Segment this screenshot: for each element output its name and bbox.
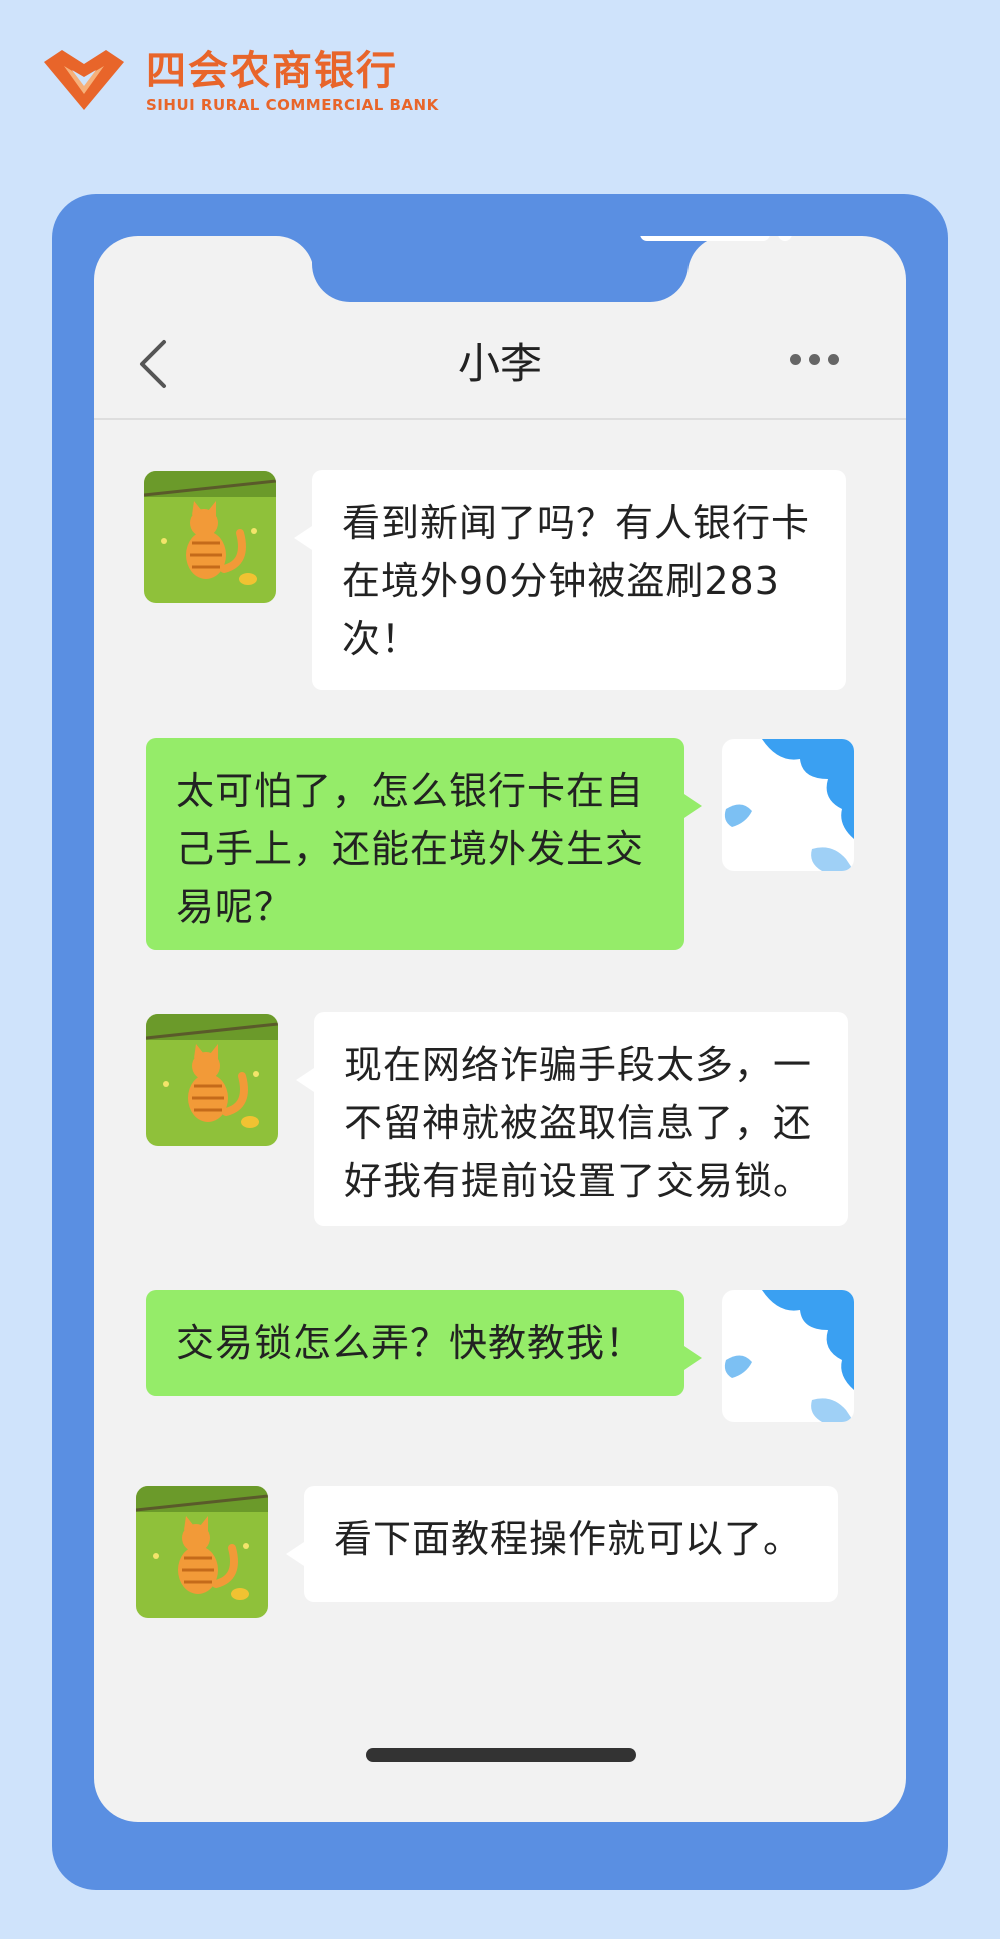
more-horizontal-icon <box>790 354 801 365</box>
message-bubble-outgoing[interactable]: 交易锁怎么弄？快教教我！ <box>146 1290 702 1396</box>
cloud-avatar[interactable] <box>722 739 854 871</box>
more-dot <box>809 354 820 365</box>
bank-logo-icon <box>44 50 124 110</box>
message-bubble-incoming[interactable]: 看到新闻了吗？有人银行卡在境外90分钟被盗刷283次！ <box>294 470 846 690</box>
more-options-button[interactable] <box>790 350 850 374</box>
more-dot <box>828 354 839 365</box>
chat-header: 小李 <box>94 302 906 420</box>
bank-logo: 四会农商银行 SIHUI RURAL COMMERCIAL BANK <box>42 46 462 116</box>
cat-avatar[interactable] <box>144 471 276 603</box>
front-camera <box>778 236 792 241</box>
notch-corner-right <box>688 236 728 276</box>
notch-corner-left <box>274 236 314 276</box>
message-bubble-incoming[interactable]: 现在网络诈骗手段太多，一不留神就被盗取信息了，还好我有提前设置了交易锁。 <box>296 1012 848 1226</box>
message-bubble-incoming[interactable]: 看下面教程操作就可以了。 <box>286 1486 838 1602</box>
message-bubble-outgoing[interactable]: 太可怕了，怎么银行卡在自己手上，还能在境外发生交易呢？ <box>146 738 702 950</box>
cloud-avatar[interactable] <box>722 1290 854 1422</box>
bank-name-cn: 四会农商银行 <box>146 48 398 94</box>
chat-title: 小李 <box>457 339 542 388</box>
cat-avatar[interactable] <box>146 1014 278 1146</box>
bank-name-en: SIHUI RURAL COMMERCIAL BANK <box>146 96 439 114</box>
phone-screen: 小李 看到新闻了吗？有人银行卡在境外90分钟被盗刷283次！ 太可怕了，怎么银行… <box>94 236 906 1822</box>
home-indicator[interactable] <box>366 1748 636 1762</box>
cat-avatar[interactable] <box>136 1486 268 1618</box>
phone-notch <box>312 236 792 302</box>
speaker-grille <box>640 236 770 241</box>
